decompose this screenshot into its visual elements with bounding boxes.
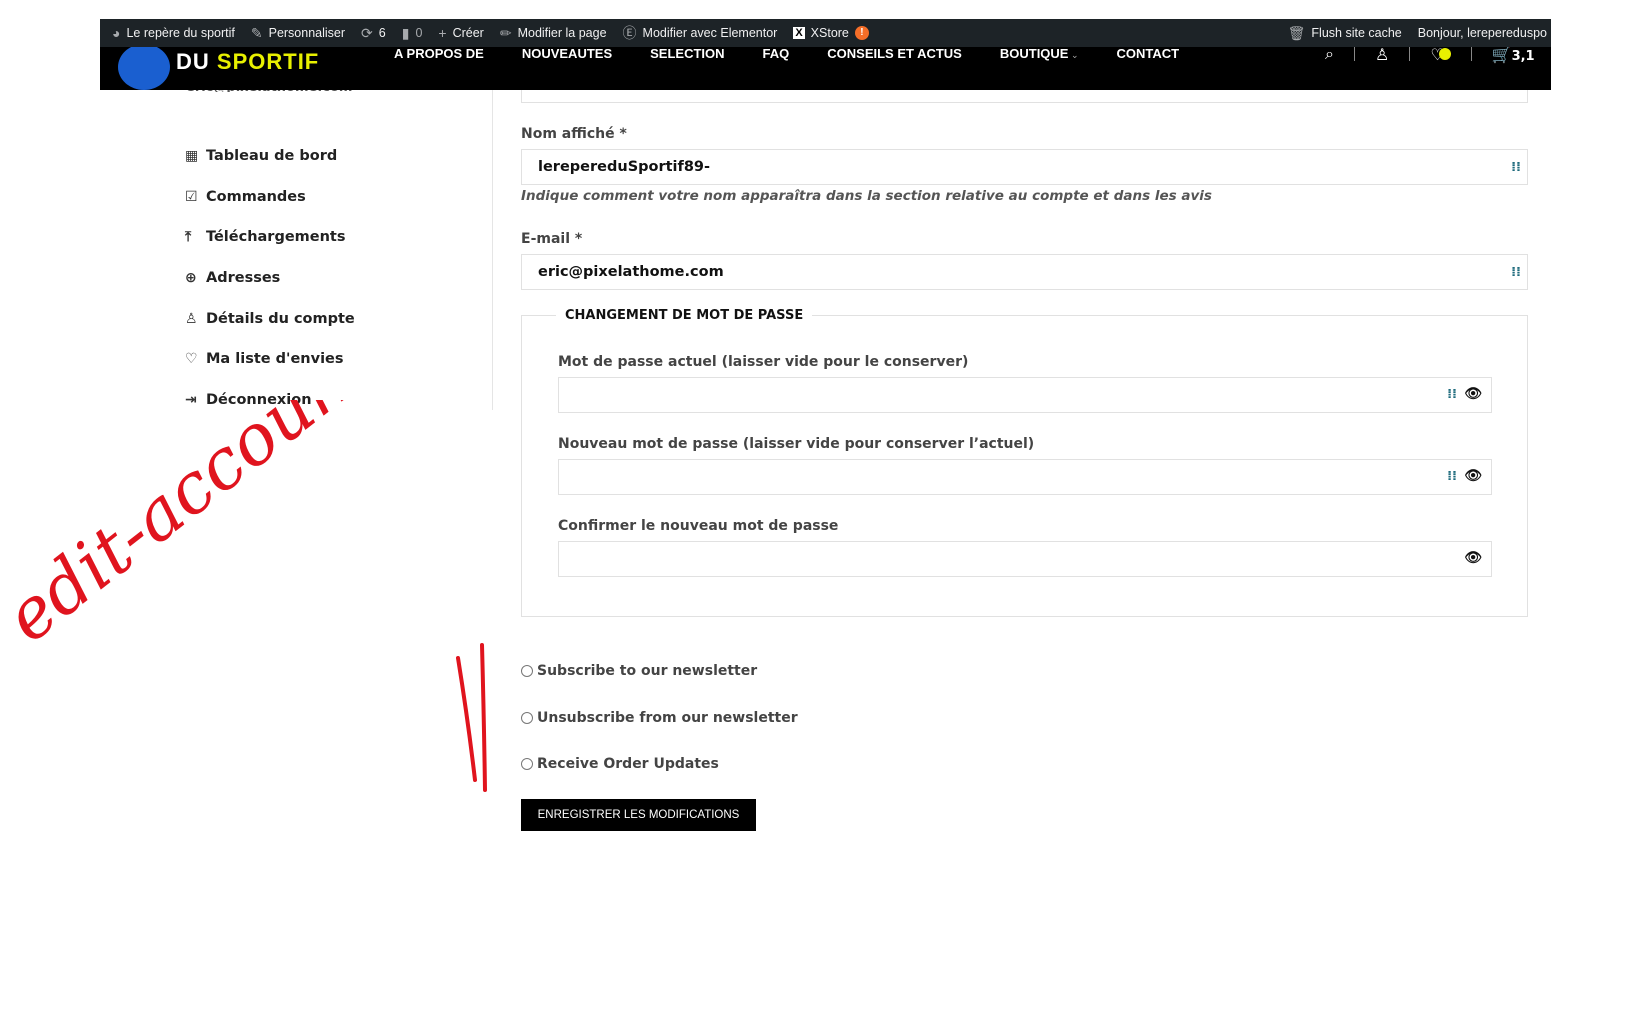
- trash-icon: 🗑: [1287, 24, 1306, 41]
- user-icon: ♙: [185, 310, 198, 327]
- orders-icon: ☑: [185, 188, 198, 205]
- admin-customize-link[interactable]: ✎ Personnaliser: [251, 25, 345, 42]
- dashboard-icon: ◕: [112, 25, 121, 41]
- admin-updates-link[interactable]: ⟳ 6: [361, 25, 386, 42]
- cart-icon[interactable]: 🛒3,1: [1492, 45, 1535, 64]
- nav-item-conseils[interactable]: CONSEILS ET ACTUS: [827, 47, 962, 62]
- confirm-password-input[interactable]: 👁: [558, 541, 1492, 577]
- unsubscribe-newsletter-option[interactable]: Unsubscribe from our newsletter: [521, 710, 798, 726]
- eye-icon[interactable]: 👁: [1464, 550, 1482, 566]
- nav-item-nouveautes[interactable]: NOUVEAUTES: [522, 47, 612, 62]
- display-name-label: Nom affiché *: [521, 126, 627, 142]
- confirm-password-label: Confirmer le nouveau mot de passe: [558, 518, 839, 534]
- updates-icon: ⟳: [361, 24, 373, 41]
- eye-icon[interactable]: 👁: [1464, 386, 1482, 402]
- download-icon: ⤒: [185, 229, 192, 246]
- divider: [492, 90, 493, 410]
- current-password-input[interactable]: ⁞⁞ 👁: [558, 377, 1492, 413]
- current-password-label: Mot de passe actuel (laisser vide pour l…: [558, 354, 969, 370]
- password-manager-icon[interactable]: ⁞⁞: [1511, 265, 1521, 280]
- admin-bar: ◕ Le repère du sportif ✎ Personnaliser ⟳ 6 …: [100, 19, 1551, 47]
- admin-edit-page-link[interactable]: ✏ Modifier la page: [500, 25, 607, 42]
- heart-icon: ♡: [185, 351, 198, 368]
- annotation-text: edit-account: [0, 400, 389, 658]
- xstore-alert-badge: !: [854, 26, 869, 40]
- sidebar-item-dashboard[interactable]: ▦ Tableau de bord: [185, 136, 355, 177]
- sidebar-item-addresses[interactable]: ⊕ Adresses: [185, 258, 355, 299]
- annotation-marks: [456, 643, 487, 792]
- site-header: DU SPORTIF A PROPOS DE NOUVEAUTES SELECT…: [100, 44, 1551, 90]
- brush-icon: ✎: [250, 24, 263, 41]
- radio-button[interactable]: [521, 665, 533, 677]
- email-label: E-mail *: [521, 231, 583, 247]
- admin-new-link[interactable]: + Créer: [438, 25, 483, 41]
- search-icon[interactable]: ⌕: [1325, 44, 1334, 64]
- nav-item-selection[interactable]: SELECTION: [650, 47, 724, 62]
- sidebar-item-downloads[interactable]: ⤒ Téléchargements: [185, 217, 355, 258]
- admin-site-link[interactable]: ◕ Le repère du sportif: [112, 25, 235, 41]
- display-name-help: Indique comment votre nom apparaîtra dan…: [521, 188, 1212, 204]
- password-manager-icon[interactable]: ⁞⁞: [1447, 387, 1457, 402]
- radio-button[interactable]: [521, 758, 533, 770]
- elementor-icon: Ⓔ: [622, 25, 637, 41]
- account-navigation: ▦ Tableau de bord ☑ Commandes ⤒ Téléchargem…: [185, 136, 355, 420]
- main-menu: A PROPOS DE NOUVEAUTES SELECTION FAQ CON…: [394, 47, 1179, 62]
- nav-item-contact[interactable]: CONTACT: [1117, 47, 1180, 62]
- password-manager-icon[interactable]: ⁞⁞: [1447, 469, 1457, 484]
- nav-item-a-propos[interactable]: A PROPOS DE: [394, 47, 484, 62]
- password-legend: CHANGEMENT DE MOT DE PASSE: [565, 308, 804, 323]
- password-manager-icon[interactable]: ⁞⁞: [1511, 160, 1521, 175]
- handwritten-annotation: edit-account: [0, 400, 487, 792]
- pencil-icon: ✏: [499, 24, 512, 41]
- admin-comments-link[interactable]: ▮ 0: [402, 25, 423, 42]
- comment-icon: ▮: [401, 24, 410, 41]
- nav-item-faq[interactable]: FAQ: [763, 47, 790, 62]
- site-logo[interactable]: DU SPORTIF: [118, 47, 358, 90]
- new-password-input[interactable]: ⁞⁞ 👁: [558, 459, 1492, 495]
- sidebar-item-account-details[interactable]: ♙ Détails du compte: [185, 298, 355, 339]
- radio-button[interactable]: [521, 712, 533, 724]
- sidebar-item-wishlist[interactable]: ♡ Ma liste d'envies: [185, 339, 355, 380]
- sidebar-item-orders[interactable]: ☑ Commandes: [185, 177, 355, 218]
- lion-logo-icon: [118, 47, 170, 90]
- admin-xstore-link[interactable]: X XStore!: [793, 26, 869, 40]
- nav-item-boutique[interactable]: BOUTIQUE ⌄: [1000, 47, 1079, 62]
- cart-total: 3,1: [1511, 48, 1535, 64]
- eye-icon[interactable]: 👁: [1464, 468, 1482, 484]
- display-name-input[interactable]: lerepereduSportif89- ⁞⁞: [521, 149, 1528, 185]
- previous-field[interactable]: [521, 90, 1528, 103]
- admin-elementor-link[interactable]: Ⓔ Modifier avec Elementor: [623, 23, 778, 43]
- wishlist-count-badge: [1438, 47, 1451, 60]
- new-password-label: Nouveau mot de passe (laisser vide pour …: [558, 436, 1035, 452]
- admin-flush-cache[interactable]: 🗑 Flush site cache: [1288, 25, 1402, 42]
- account-icon[interactable]: ♙: [1375, 45, 1389, 64]
- order-updates-option[interactable]: Receive Order Updates: [521, 756, 719, 772]
- wishlist-icon[interactable]: ♡: [1430, 45, 1451, 64]
- admin-account-menu[interactable]: Bonjour, lerepereduspo: [1418, 25, 1547, 42]
- subscribe-newsletter-option[interactable]: Subscribe to our newsletter: [521, 663, 757, 679]
- email-input[interactable]: eric@pixelathome.com ⁞⁞: [521, 254, 1528, 290]
- dashboard-icon: ▦: [185, 148, 199, 165]
- xstore-icon: X: [793, 27, 805, 39]
- plus-icon: +: [438, 25, 447, 41]
- save-changes-button[interactable]: ENREGISTRER LES MODIFICATIONS: [521, 799, 756, 831]
- globe-icon: ⊕: [185, 270, 197, 287]
- chevron-down-icon: ⌄: [1068, 50, 1079, 60]
